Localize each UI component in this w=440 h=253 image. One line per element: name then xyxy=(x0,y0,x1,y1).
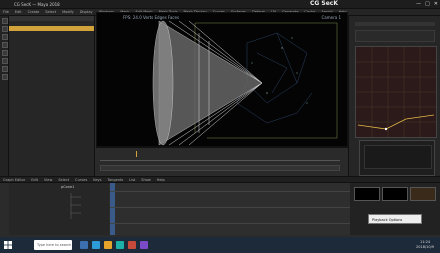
current-time-marker[interactable] xyxy=(136,151,137,157)
search-placeholder: Type here to search xyxy=(37,243,72,247)
rotate-tool-icon[interactable] xyxy=(1,50,8,56)
cone-object xyxy=(152,20,263,146)
color-ramp[interactable] xyxy=(359,140,435,176)
grid-line xyxy=(110,191,350,192)
title-bar: CG SecK — Maya 2018 CG SecK — □ ✕ xyxy=(0,0,440,9)
graph-menu-tangents[interactable]: Tangents xyxy=(107,178,123,182)
move-tool-icon[interactable] xyxy=(1,42,8,48)
app-icon[interactable] xyxy=(140,241,148,249)
taskbar: Type here to search 11:24 2018/10/9 xyxy=(0,237,440,253)
time-slider[interactable] xyxy=(96,147,348,175)
outliner-panel xyxy=(9,16,95,176)
graph-view[interactable] xyxy=(110,183,350,235)
tooltip: Playback Options xyxy=(368,214,422,224)
file-explorer-icon[interactable] xyxy=(80,241,88,249)
attribute-panel xyxy=(348,16,440,176)
ramp-preview xyxy=(364,145,432,169)
viewport-scene xyxy=(152,20,338,146)
render-thumbnail[interactable] xyxy=(354,187,380,201)
layout-four-icon[interactable] xyxy=(1,74,8,80)
lasso-tool-icon[interactable] xyxy=(1,26,8,32)
render-thumbnail[interactable] xyxy=(382,187,408,201)
ramp-graph[interactable] xyxy=(355,46,437,138)
edge-browser-icon[interactable] xyxy=(92,241,100,249)
tooltip-text: Playback Options xyxy=(372,218,403,222)
clock-date: 2018/10/9 xyxy=(416,245,434,249)
taskbar-search[interactable]: Type here to search xyxy=(34,240,72,250)
maximize-button[interactable]: □ xyxy=(425,1,430,7)
graph-editor-menu: Graph Editor Edit View Select Curves Keys Tang… xyxy=(0,176,440,183)
graph-menu-help[interactable]: Help xyxy=(157,178,165,182)
render-thumbnails xyxy=(350,183,440,235)
graph-menu-list[interactable]: List xyxy=(129,178,135,182)
menu-item-file[interactable]: File xyxy=(3,10,9,14)
range-slider[interactable] xyxy=(100,165,340,171)
tool-box xyxy=(0,16,9,176)
menu-item-create[interactable]: Create xyxy=(28,10,40,14)
minimize-button[interactable]: — xyxy=(416,1,421,7)
close-button[interactable]: ✕ xyxy=(434,1,438,7)
scale-tool-icon[interactable] xyxy=(1,58,8,64)
graph-menu-curves[interactable]: Curves xyxy=(75,178,87,182)
layout-single-icon[interactable] xyxy=(1,66,8,72)
windows-start-icon[interactable] xyxy=(4,241,12,249)
maya-app-icon[interactable] xyxy=(116,241,124,249)
grid-line xyxy=(110,223,350,224)
menu-item-edit[interactable]: Edit xyxy=(15,10,22,14)
graph-menu-view[interactable]: View xyxy=(44,178,52,182)
graph-menu-select[interactable]: Select xyxy=(58,178,69,182)
outliner-row[interactable] xyxy=(9,31,94,36)
star-field xyxy=(251,37,308,104)
graph-menu-edit[interactable]: Edit xyxy=(31,178,38,182)
brand-logo: CG SecK xyxy=(310,0,339,7)
graph-outliner: pCone1 xyxy=(9,183,109,235)
paint-tool-icon[interactable] xyxy=(1,34,8,40)
graph-menu-show[interactable]: Show xyxy=(141,178,150,182)
system-clock[interactable]: 11:24 2018/10/9 xyxy=(416,240,434,250)
timeline-track xyxy=(100,160,340,161)
curve-list-label[interactable]: pCone1 xyxy=(61,185,74,189)
panel-header xyxy=(355,22,435,26)
grid-line xyxy=(110,207,350,208)
graph-menu-graph-editor[interactable]: Graph Editor xyxy=(3,178,25,182)
render-thumbnail[interactable] xyxy=(410,187,436,201)
ramp-curve xyxy=(356,47,436,137)
folder-icon[interactable] xyxy=(104,241,112,249)
menu-item-display[interactable]: Display xyxy=(80,10,93,14)
window-title: CG SecK — Maya 2018 xyxy=(14,2,60,7)
app-icon[interactable] xyxy=(128,241,136,249)
window-controls: — □ ✕ xyxy=(416,1,438,7)
menu-item-select[interactable]: Select xyxy=(45,10,56,14)
graph-menu-keys[interactable]: Keys xyxy=(93,178,101,182)
curve-tree xyxy=(70,193,81,219)
panel-controls[interactable] xyxy=(355,30,435,42)
viewport[interactable]: FPS: 24.0 Verts Edges Faces Camera 1 xyxy=(96,12,348,147)
select-tool-icon[interactable] xyxy=(1,18,8,24)
menu-item-modify[interactable]: Modify xyxy=(62,10,74,14)
